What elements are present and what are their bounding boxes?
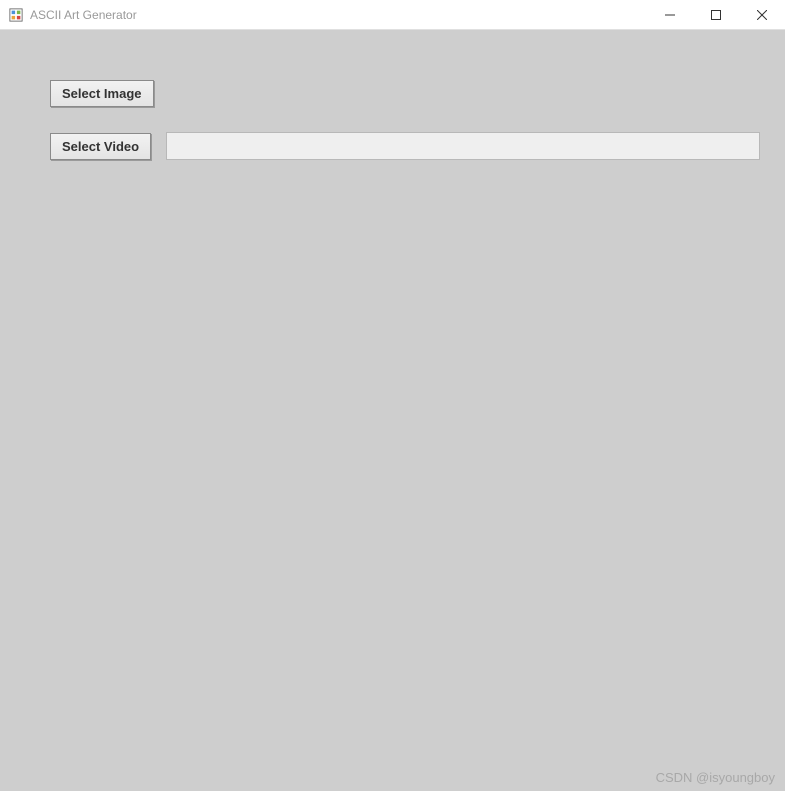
select-video-button[interactable]: Select Video bbox=[50, 133, 151, 160]
minimize-button[interactable] bbox=[647, 0, 693, 30]
select-video-row: Select Video bbox=[50, 132, 760, 160]
titlebar: ASCII Art Generator bbox=[0, 0, 785, 30]
client-area: Select Image Select Video CSDN @isyoungb… bbox=[0, 30, 785, 791]
maximize-button[interactable] bbox=[693, 0, 739, 30]
close-button[interactable] bbox=[739, 0, 785, 30]
window-controls bbox=[647, 0, 785, 30]
window-title: ASCII Art Generator bbox=[30, 8, 137, 22]
app-icon bbox=[8, 7, 24, 23]
select-image-row: Select Image bbox=[50, 80, 760, 107]
select-image-button[interactable]: Select Image bbox=[50, 80, 154, 107]
watermark-text: CSDN @isyoungboy bbox=[656, 770, 775, 785]
video-progress-bar bbox=[166, 132, 760, 160]
